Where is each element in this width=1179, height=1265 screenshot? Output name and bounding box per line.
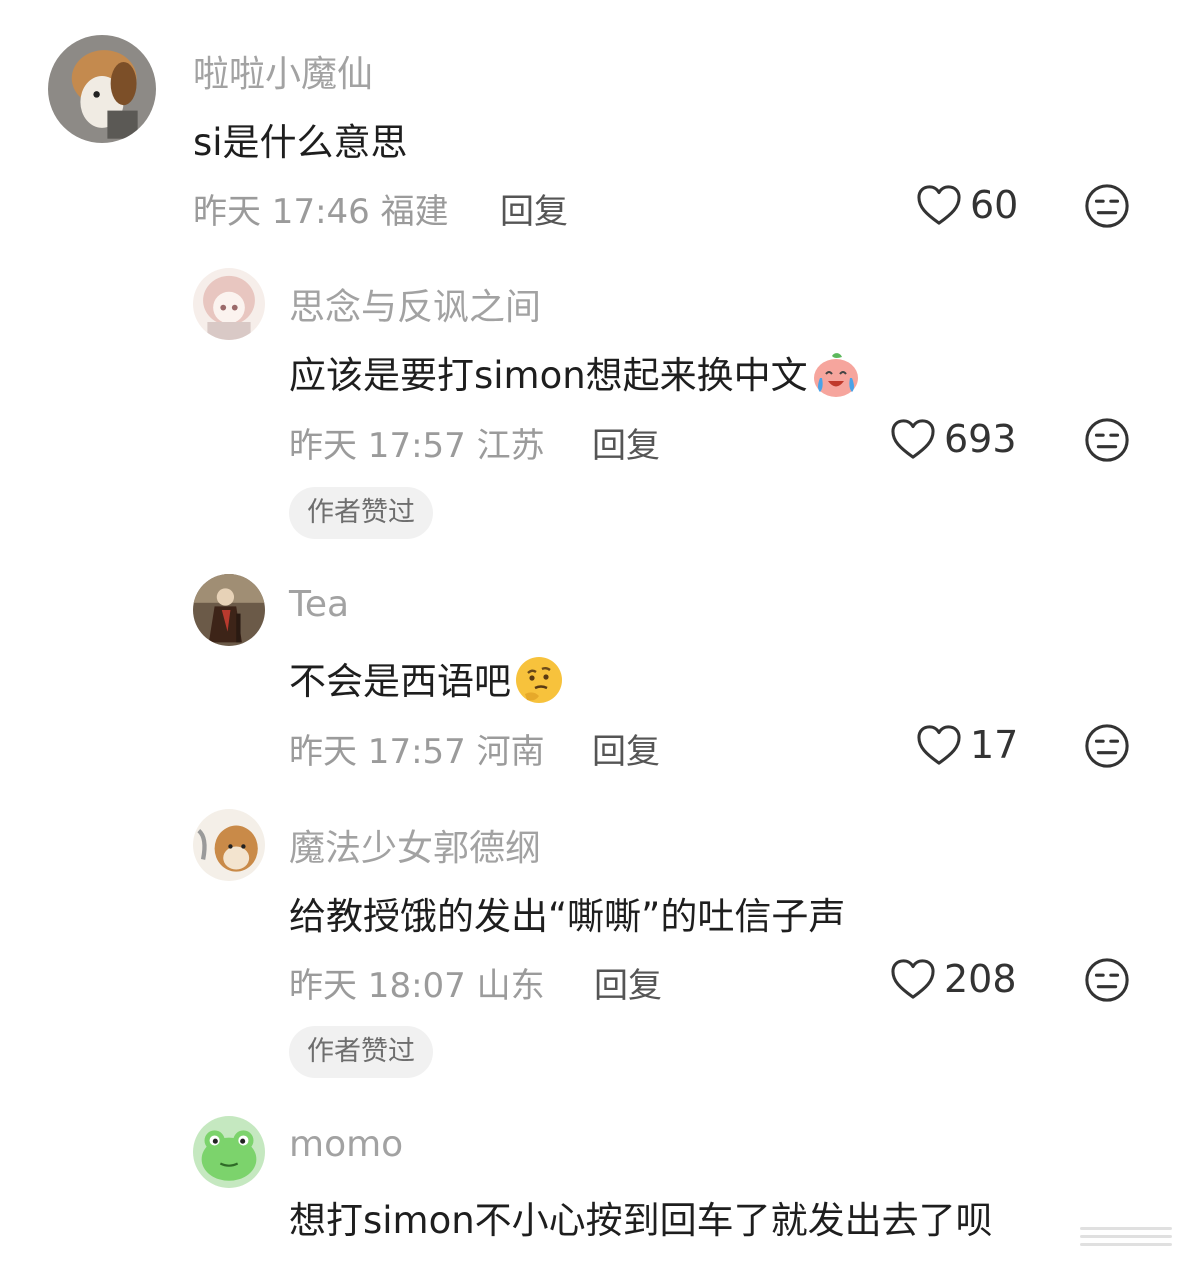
avatar[interactable]: [193, 1116, 265, 1188]
reply-button[interactable]: 回复: [592, 418, 660, 467]
avatar[interactable]: [193, 809, 265, 881]
comment-time: 昨天 17:46 福建: [193, 184, 449, 233]
timestamp: 昨天 17:57: [289, 732, 466, 772]
comment-time: 昨天 17:57 河南: [289, 724, 545, 773]
heart-outline-icon: [891, 959, 935, 999]
reply-button[interactable]: 回复: [592, 724, 660, 773]
heart-outline-icon: [891, 419, 935, 459]
like-count: 208: [944, 957, 1017, 1001]
author-liked-badge: 作者赞过: [289, 487, 433, 539]
dislike-button[interactable]: [1084, 417, 1130, 463]
like-button[interactable]: 17: [916, 723, 1018, 767]
shiba-dog-avatar-icon: [193, 809, 265, 881]
timestamp: 昨天 17:57: [289, 426, 466, 466]
unamused-face-icon: [1085, 184, 1129, 228]
author-liked-badge: 作者赞过: [289, 1026, 433, 1078]
comment-text-body: 不会是西语吧: [289, 660, 511, 703]
username[interactable]: 魔法少女郭德纲: [289, 819, 541, 871]
comment-text: 不会是西语吧: [289, 651, 565, 706]
location: 山东: [476, 966, 545, 1006]
unamused-face-icon: [1085, 724, 1129, 768]
heart-outline-icon: [917, 185, 961, 225]
like-button[interactable]: 208: [890, 957, 1017, 1001]
dislike-button[interactable]: [1084, 723, 1130, 769]
comment-text: si是什么意思: [193, 121, 408, 164]
beagle-dog-avatar-icon: [48, 35, 156, 143]
comment-time: 昨天 17:57 江苏: [289, 418, 545, 467]
username[interactable]: Tea: [289, 584, 349, 625]
thinking-face-emoji-icon: [513, 654, 565, 706]
reply-button[interactable]: 回复: [500, 184, 568, 233]
location: 福建: [380, 192, 449, 232]
like-count: 17: [970, 723, 1019, 767]
avatar[interactable]: [193, 574, 265, 646]
timestamp: 昨天 18:07: [289, 966, 466, 1006]
unamused-face-icon: [1085, 418, 1129, 462]
anime-girl-avatar-icon: [193, 268, 265, 340]
laughing-crying-peach-emoji-icon: [810, 348, 862, 400]
dislike-button[interactable]: [1084, 957, 1130, 1003]
username[interactable]: momo: [289, 1124, 403, 1165]
dislike-button[interactable]: [1084, 183, 1130, 229]
watermark-logo-icon: [1080, 1227, 1172, 1246]
comment-text: 想打simon不小心按到回车了就发出去了呗: [289, 1199, 993, 1242]
like-count: 60: [970, 183, 1019, 227]
heart-outline-icon: [917, 725, 961, 765]
timestamp: 昨天 17:46: [193, 192, 370, 232]
like-count: 693: [944, 417, 1017, 461]
painting-portrait-avatar-icon: [193, 574, 265, 646]
comment-text-body: 应该是要打simon想起来换中文: [289, 354, 808, 397]
avatar[interactable]: [193, 268, 265, 340]
location: 河南: [476, 732, 545, 772]
location: 江苏: [476, 426, 545, 466]
username[interactable]: 思念与反讽之间: [289, 278, 541, 330]
comment-text: 应该是要打simon想起来换中文: [289, 345, 862, 400]
avatar[interactable]: [48, 35, 156, 143]
unamused-face-icon: [1085, 958, 1129, 1002]
comment-text: 给教授饿的发出“嘶嘶”的吐信子声: [289, 895, 846, 938]
reply-button[interactable]: 回复: [594, 958, 662, 1007]
username[interactable]: 啦啦小魔仙: [193, 45, 373, 97]
green-frog-avatar-icon: [193, 1116, 265, 1188]
like-button[interactable]: 60: [916, 183, 1018, 227]
like-button[interactable]: 693: [890, 417, 1017, 461]
comment-time: 昨天 18:07 山东: [289, 958, 545, 1007]
